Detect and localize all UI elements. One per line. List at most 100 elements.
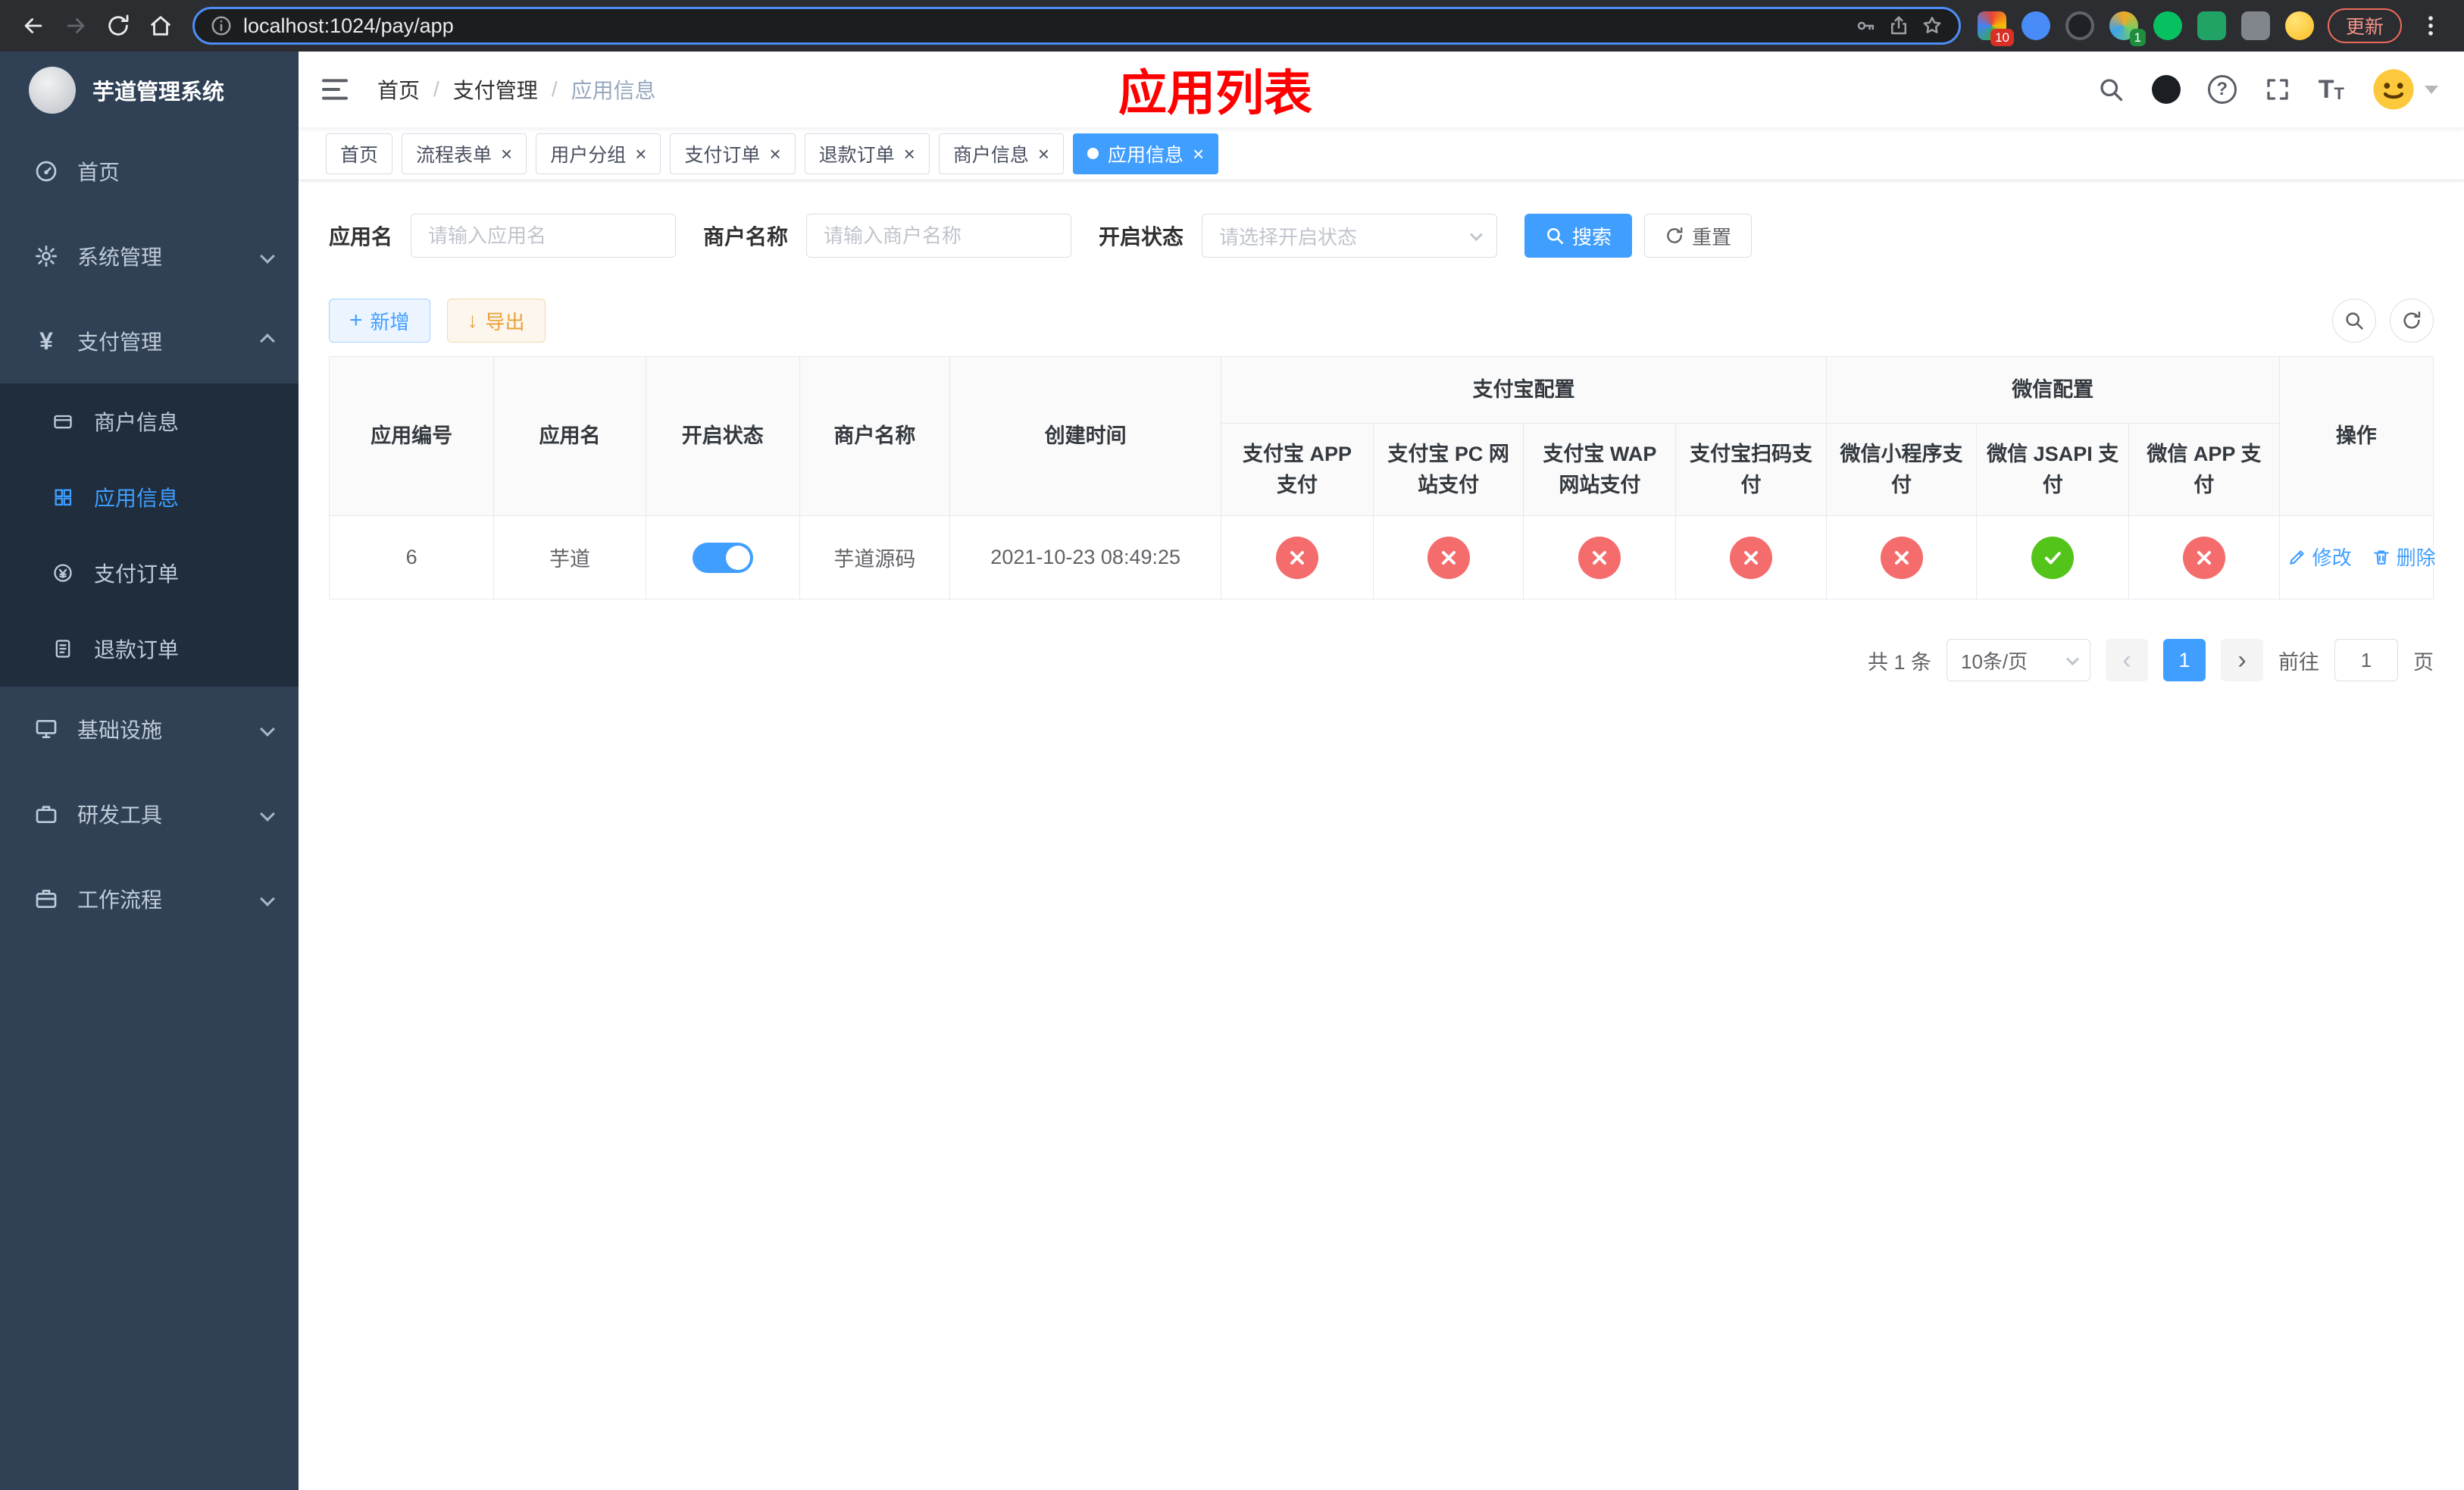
cell-app-name: 芋道 bbox=[493, 515, 646, 599]
merchant-name-input[interactable] bbox=[806, 214, 1072, 258]
cell-actions: 修改 删除 bbox=[2278, 515, 2436, 599]
extension-icon-1[interactable]: 10 bbox=[1977, 11, 2014, 46]
tab-label: 退款订单 bbox=[818, 144, 895, 166]
caret-down-icon bbox=[2425, 85, 2438, 94]
forward-button[interactable] bbox=[55, 5, 97, 47]
github-icon[interactable] bbox=[2151, 75, 2181, 104]
sidebar-item-app-info[interactable]: 应用信息 bbox=[0, 459, 299, 535]
profile-avatar-icon[interactable] bbox=[2284, 11, 2314, 40]
cell-app-id: 6 bbox=[328, 515, 495, 599]
close-icon[interactable]: × bbox=[501, 144, 512, 164]
status-toggle[interactable] bbox=[692, 542, 753, 573]
sidebar-item-refund-order[interactable]: 退款订单 bbox=[0, 611, 299, 687]
filter-label-app-name: 应用名 bbox=[329, 225, 393, 249]
tab-app-info[interactable]: 应用信息 × bbox=[1073, 133, 1219, 174]
extension-icon-5[interactable] bbox=[2153, 11, 2182, 40]
delete-link[interactable]: 删除 bbox=[2372, 543, 2436, 571]
sidebar-item-label: 支付管理 bbox=[77, 330, 163, 354]
sidebar-group-dev-tools[interactable]: 研发工具 bbox=[0, 772, 299, 856]
tab-label: 用户分组 bbox=[550, 144, 627, 166]
extension-icon-2[interactable] bbox=[2021, 11, 2050, 40]
col-header-alipay-pc: 支付宝 PC 网站支付 bbox=[1372, 423, 1524, 516]
sidebar-group-system[interactable]: 系统管理 bbox=[0, 214, 299, 299]
sidebar-item-label: 商户信息 bbox=[94, 411, 180, 434]
tab-refund-order[interactable]: 退款订单 × bbox=[804, 133, 930, 174]
sidebar-item-label: 首页 bbox=[77, 161, 120, 184]
back-button[interactable] bbox=[12, 5, 55, 47]
extension-icon-3[interactable] bbox=[2065, 11, 2094, 40]
col-header-alipay-wap: 支付宝 WAP 网站支付 bbox=[1523, 423, 1677, 516]
tab-payment-order[interactable]: 支付订单 × bbox=[670, 133, 796, 174]
tab-merchant-info[interactable]: 商户信息 × bbox=[938, 133, 1065, 174]
extension-icon-6[interactable] bbox=[2197, 11, 2226, 40]
total-count: 共 1 条 bbox=[1867, 650, 1931, 674]
reload-button[interactable] bbox=[97, 5, 139, 47]
page-1-button[interactable]: 1 bbox=[2163, 639, 2206, 681]
close-icon[interactable]: × bbox=[1038, 144, 1049, 164]
close-icon[interactable]: × bbox=[904, 144, 915, 164]
tab-label: 支付订单 bbox=[684, 144, 761, 166]
alipay-app-status-icon bbox=[1276, 536, 1319, 579]
add-button-label: 新增 bbox=[370, 310, 410, 333]
browser-menu-icon[interactable] bbox=[2409, 5, 2452, 47]
status-select[interactable]: 请选择开启状态 bbox=[1202, 214, 1498, 258]
close-icon[interactable]: × bbox=[769, 144, 780, 164]
edit-link[interactable]: 修改 bbox=[2287, 543, 2352, 571]
breadcrumb-payment[interactable]: 支付管理 bbox=[453, 74, 538, 105]
page-size-select[interactable]: 10条/页 bbox=[1946, 639, 2090, 681]
reset-button[interactable]: 重置 bbox=[1644, 214, 1753, 258]
tab-process-form[interactable]: 流程表单 × bbox=[402, 133, 527, 174]
brand: 芋道管理系统 bbox=[0, 52, 299, 129]
sidebar-item-payment-order[interactable]: 支付订单 bbox=[0, 535, 299, 611]
sidebar-item-label: 退款订单 bbox=[94, 638, 180, 662]
tab-label: 商户信息 bbox=[952, 144, 1029, 166]
alipay-wap-status-icon bbox=[1578, 536, 1621, 579]
home-button[interactable] bbox=[139, 5, 182, 47]
update-button[interactable]: 更新 bbox=[2327, 8, 2402, 43]
toggle-search-button[interactable] bbox=[2332, 299, 2376, 343]
sidebar-item-home[interactable]: 首页 bbox=[0, 129, 299, 214]
close-icon[interactable]: × bbox=[1193, 144, 1204, 164]
sidebar-group-payment[interactable]: ¥ 支付管理 bbox=[0, 299, 299, 383]
url-text: localhost:1024/pay/app bbox=[243, 14, 454, 37]
help-icon[interactable]: ? bbox=[2207, 75, 2237, 104]
col-header-actions: 操作 bbox=[2278, 356, 2434, 516]
sidebar-item-merchant-info[interactable]: 商户信息 bbox=[0, 383, 299, 459]
export-button[interactable]: ↓ 导出 bbox=[446, 299, 546, 343]
address-bar[interactable]: localhost:1024/pay/app bbox=[192, 7, 1961, 45]
tab-home[interactable]: 首页 bbox=[326, 133, 393, 174]
next-page-button[interactable]: › bbox=[2221, 639, 2263, 681]
close-icon[interactable]: × bbox=[635, 144, 646, 164]
col-header-alipay-qr: 支付宝扫码支付 bbox=[1675, 423, 1827, 516]
breadcrumb-home[interactable]: 首页 bbox=[377, 74, 420, 105]
plus-icon: + bbox=[349, 308, 363, 333]
sidebar-item-label: 应用信息 bbox=[94, 487, 180, 510]
user-avatar[interactable] bbox=[2372, 67, 2438, 111]
fullscreen-icon[interactable] bbox=[2264, 76, 2291, 103]
extensions-puzzle-icon[interactable] bbox=[2240, 11, 2270, 40]
password-key-icon[interactable] bbox=[1854, 14, 1877, 37]
pagination: 共 1 条 10条/页 ‹ 1 › 前往 页 bbox=[329, 639, 2434, 681]
active-tab-dot bbox=[1087, 148, 1099, 159]
chevron-down-icon bbox=[260, 249, 275, 264]
sidebar-group-workflow[interactable]: 工作流程 bbox=[0, 856, 299, 941]
add-button[interactable]: + 新增 bbox=[329, 299, 430, 343]
document-icon bbox=[48, 638, 77, 659]
search-button[interactable]: 搜索 bbox=[1524, 214, 1633, 258]
goto-page-input[interactable] bbox=[2334, 639, 2398, 681]
app-header: 首页 / 支付管理 / 应用信息 应用列表 ? TT bbox=[299, 52, 2464, 127]
refresh-button[interactable] bbox=[2390, 299, 2434, 343]
sidebar-collapse-button[interactable] bbox=[320, 74, 350, 105]
bookmark-star-icon[interactable] bbox=[1921, 14, 1943, 37]
tab-user-group[interactable]: 用户分组 × bbox=[536, 133, 661, 174]
search-icon[interactable] bbox=[2097, 76, 2125, 103]
app-name-input[interactable] bbox=[411, 214, 677, 258]
share-icon[interactable] bbox=[1887, 14, 1910, 37]
filter-form: 应用名 商户名称 开启状态 请选择开启状态 bbox=[329, 214, 2434, 258]
sidebar-group-infrastructure[interactable]: 基础设施 bbox=[0, 687, 299, 772]
site-info-icon[interactable] bbox=[210, 14, 233, 37]
prev-page-button[interactable]: ‹ bbox=[2106, 639, 2148, 681]
trash-icon bbox=[2373, 550, 2389, 565]
extension-icon-4[interactable]: 1 bbox=[2109, 11, 2146, 46]
font-size-icon[interactable]: TT bbox=[2319, 77, 2344, 102]
